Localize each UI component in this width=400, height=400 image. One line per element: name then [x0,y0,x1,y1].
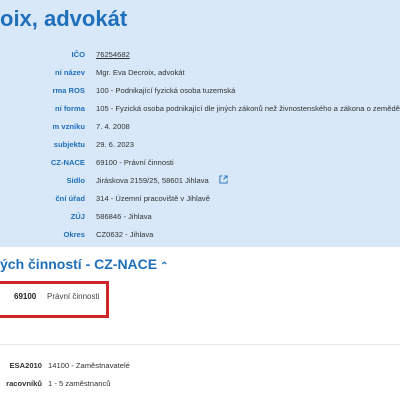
stat-value: 14100 - Zaměstnavatelé [48,361,130,370]
highlight-box [0,281,109,318]
detail-row-district: Okres CZ0632 - Jihlava [0,228,400,242]
company-details-panel: oix, advokát IČO 76254682 ní název Mgr. … [0,0,400,247]
detail-label: IČO [71,50,85,59]
detail-row-zuj: ZÚJ 586846 - Jihlava [0,210,400,224]
detail-label: ní název [55,68,85,77]
detail-label: ní forma [55,104,85,113]
section-title: ých činností - CZ-NACE [0,256,158,272]
ico-link[interactable]: 76254682 [96,48,130,62]
detail-row-legal-form: ní forma 105 - Fyzická osoba podnikající… [0,102,400,116]
detail-value: 105 - Fyzická osoba podnikající dle jiný… [96,104,400,113]
detail-label: Sídlo [66,176,85,185]
detail-label: subjektu [53,140,85,149]
detail-label: CZ-NACE [50,158,85,167]
stat-label: racovníků [6,379,42,388]
activities-section-toggle[interactable]: ých činností - CZ-NACE ⌃ [0,256,169,272]
detail-value: 100 - Podnikající fyzická osoba tuzemská [96,86,236,95]
detail-row-office: ční úřad 314 - Územní pracoviště v Jihla… [0,192,400,206]
detail-value: CZ0632 - Jihlava [96,230,154,239]
detail-label: ční úřad [55,194,85,203]
stat-row-esa: ESA2010 14100 - Zaměstnavatelé [0,359,400,373]
stat-value: 1 - 5 zaměstnanců [48,379,111,388]
detail-row-cz-nace: CZ-NACE 69100 - Právní činnosti [0,156,400,170]
stat-label: ESA2010 [9,361,42,370]
detail-label: Okres [63,230,85,239]
detail-row-ico: IČO 76254682 [0,48,400,62]
detail-value: 7. 4. 2008 [96,122,130,131]
detail-value: 29. 6. 2023 [96,140,135,149]
chevron-up-icon: ⌃ [160,261,169,272]
detail-row-ros: rma ROS 100 - Podnikající fyzická osoba … [0,84,400,98]
detail-row-address: Sídlo Jiráskova 2159/25, 58601 Jihlava [0,174,400,188]
detail-row-name: ní název Mgr. Eva Decroix, advokát [0,66,400,80]
detail-label: ZÚJ [70,212,85,221]
detail-label: m vzniku [52,122,86,131]
detail-value: Jiráskova 2159/25, 58601 Jihlava [96,174,228,188]
address-text: Jiráskova 2159/25, 58601 Jihlava [96,176,209,185]
stat-row-employees: racovníků 1 - 5 zaměstnanců [0,377,400,391]
detail-value: 69100 - Právní činnosti [96,158,174,167]
detail-value: 314 - Územní pracoviště v Jihlavě [96,194,210,203]
divider [0,344,400,345]
detail-row-founded: m vzniku 7. 4. 2008 [0,120,400,134]
detail-label: rma ROS [52,86,86,95]
detail-row-subject: subjektu 29. 6. 2023 [0,138,400,152]
page-title: oix, advokát [0,6,128,31]
detail-value: 586846 - Jihlava [96,212,152,221]
detail-value: Mgr. Eva Decroix, advokát [96,68,185,77]
external-link-icon[interactable] [219,175,228,184]
